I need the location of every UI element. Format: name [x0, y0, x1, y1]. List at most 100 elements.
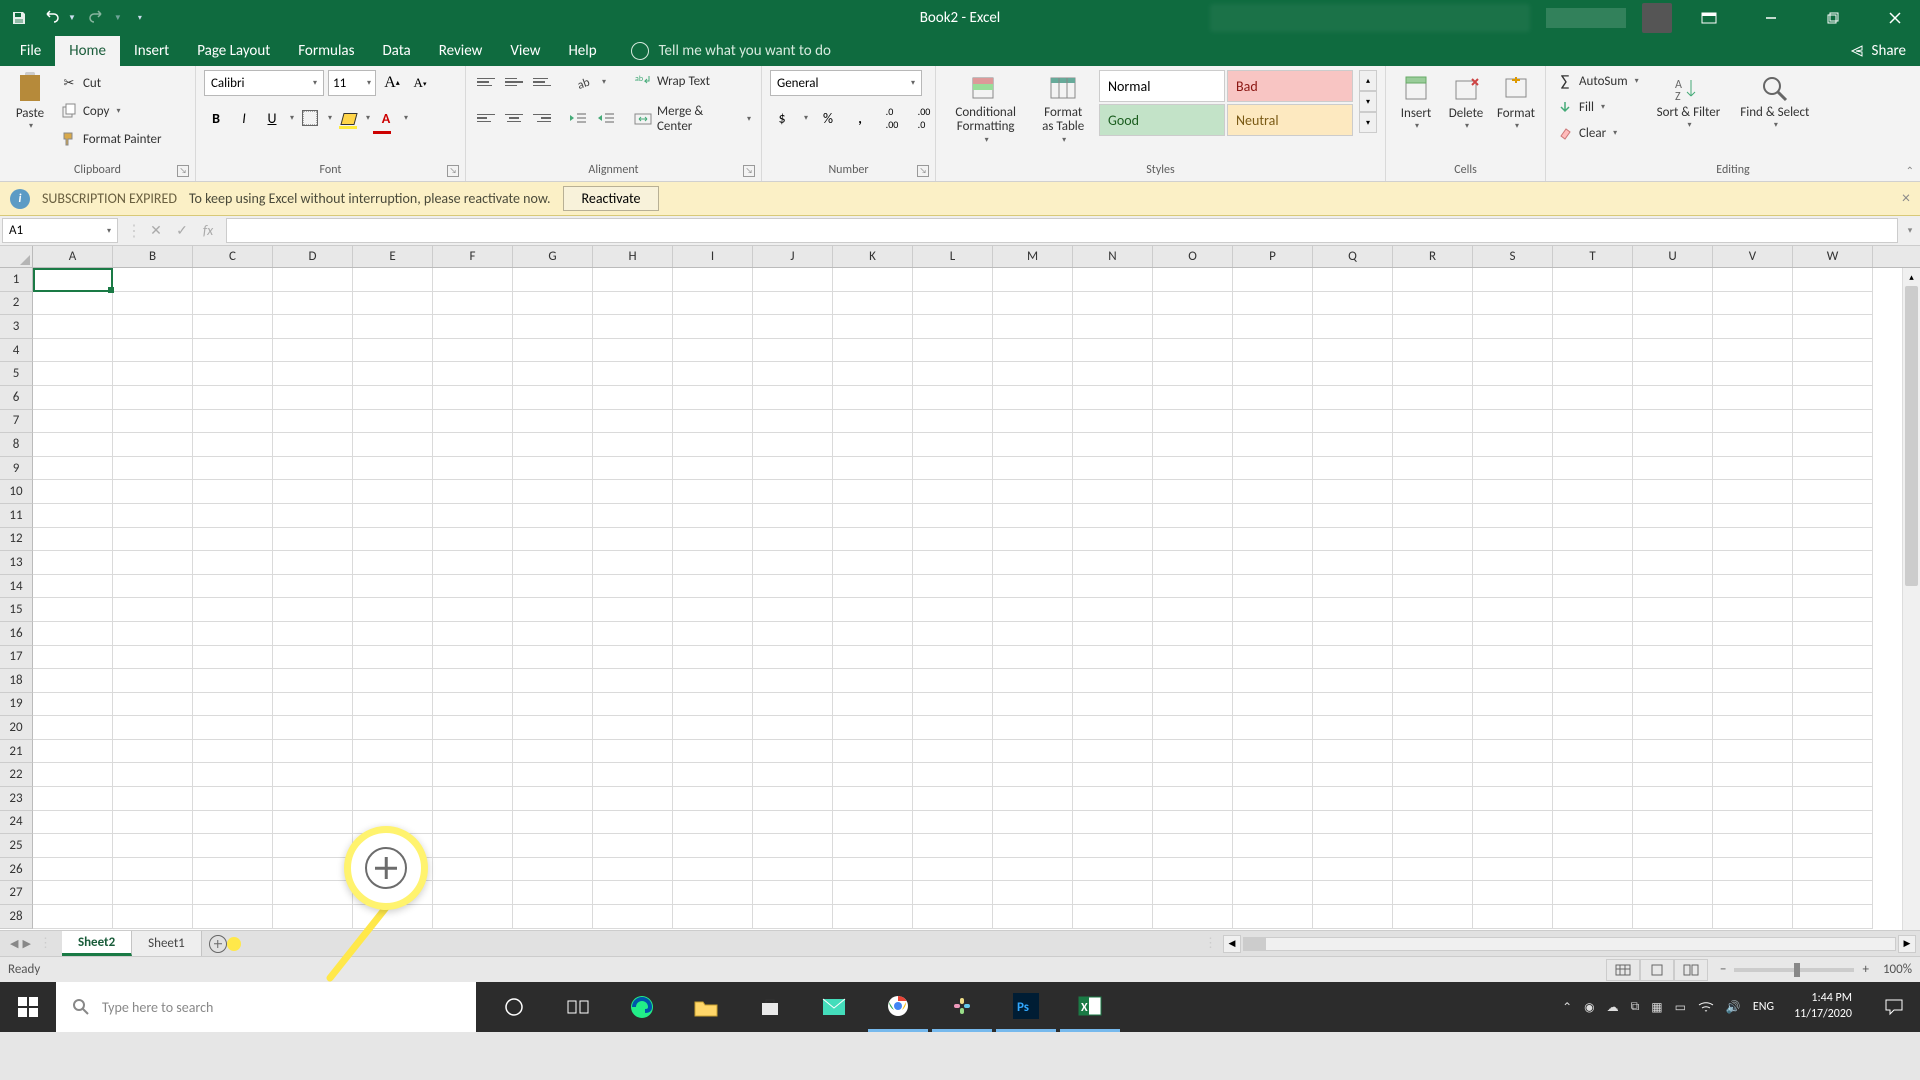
cell[interactable] [593, 386, 673, 410]
cell[interactable] [273, 410, 353, 434]
cell[interactable] [513, 315, 593, 339]
cell[interactable] [753, 787, 833, 811]
cell[interactable] [993, 858, 1073, 882]
cell[interactable] [273, 669, 353, 693]
align-left-icon[interactable] [474, 106, 498, 130]
cell[interactable] [433, 575, 513, 599]
cell[interactable] [1713, 339, 1793, 363]
cell[interactable] [1153, 362, 1233, 386]
cell[interactable] [33, 834, 113, 858]
cell[interactable] [33, 716, 113, 740]
cell[interactable] [833, 881, 913, 905]
cell[interactable] [1233, 763, 1313, 787]
cell[interactable] [673, 693, 753, 717]
cell[interactable] [753, 551, 833, 575]
cell[interactable] [353, 575, 433, 599]
cell[interactable] [193, 740, 273, 764]
sheet-tab-sheet2[interactable]: Sheet2 [62, 931, 132, 956]
cell[interactable] [1473, 268, 1553, 292]
cell[interactable] [1793, 716, 1873, 740]
cell[interactable] [1393, 834, 1473, 858]
cell[interactable] [1793, 362, 1873, 386]
cell[interactable] [433, 646, 513, 670]
cell[interactable] [1793, 268, 1873, 292]
cell[interactable] [1713, 622, 1793, 646]
cell[interactable] [113, 551, 193, 575]
cell[interactable] [1793, 292, 1873, 316]
cell[interactable] [833, 362, 913, 386]
cell[interactable] [1393, 339, 1473, 363]
cell[interactable] [993, 811, 1073, 835]
cell[interactable] [1153, 693, 1233, 717]
cell[interactable] [913, 292, 993, 316]
cell[interactable] [113, 716, 193, 740]
align-top-icon[interactable] [474, 70, 498, 94]
row-header[interactable]: 14 [0, 575, 33, 599]
cell[interactable] [993, 315, 1073, 339]
cell[interactable] [1313, 504, 1393, 528]
row-header[interactable]: 12 [0, 528, 33, 552]
cell[interactable] [1553, 858, 1633, 882]
cell[interactable] [1473, 575, 1553, 599]
cell[interactable] [353, 716, 433, 740]
cell[interactable] [33, 528, 113, 552]
cell[interactable] [353, 386, 433, 410]
cell[interactable] [1393, 716, 1473, 740]
cell[interactable] [593, 787, 673, 811]
cell[interactable] [1393, 622, 1473, 646]
cell[interactable] [1313, 410, 1393, 434]
decrease-decimal-icon[interactable]: .00.0 [912, 106, 936, 130]
row-header[interactable]: 11 [0, 504, 33, 528]
font-color-button[interactable]: A [374, 106, 398, 130]
cell[interactable] [1153, 787, 1233, 811]
cell[interactable] [1713, 315, 1793, 339]
cell[interactable] [1073, 716, 1153, 740]
autosum-button[interactable]: ∑AutoSum▾ [1554, 70, 1641, 92]
cell[interactable] [33, 362, 113, 386]
cell[interactable] [993, 268, 1073, 292]
cell[interactable] [1553, 693, 1633, 717]
row-header[interactable]: 2 [0, 292, 33, 316]
fill-button[interactable]: Fill▾ [1554, 96, 1641, 118]
cell[interactable] [1233, 646, 1313, 670]
cell[interactable] [1473, 386, 1553, 410]
column-header[interactable]: W [1793, 246, 1873, 267]
increase-decimal-icon[interactable]: .0.00 [880, 106, 904, 130]
cell[interactable] [1553, 410, 1633, 434]
cell[interactable] [1313, 386, 1393, 410]
cell[interactable] [1553, 268, 1633, 292]
cell[interactable] [1313, 480, 1393, 504]
cell[interactable] [1393, 362, 1473, 386]
cell[interactable] [593, 881, 673, 905]
cell[interactable] [1713, 787, 1793, 811]
cell[interactable] [1313, 811, 1393, 835]
cell[interactable] [33, 480, 113, 504]
cell[interactable] [833, 646, 913, 670]
cell[interactable] [433, 268, 513, 292]
cell[interactable] [833, 858, 913, 882]
cell[interactable] [1633, 905, 1713, 929]
row-header[interactable]: 4 [0, 339, 33, 363]
cell[interactable] [433, 315, 513, 339]
cell[interactable] [1153, 858, 1233, 882]
accounting-format-icon[interactable]: $ [770, 106, 794, 130]
cell[interactable] [833, 740, 913, 764]
cell[interactable] [193, 787, 273, 811]
cell[interactable] [673, 858, 753, 882]
cell[interactable] [193, 834, 273, 858]
cell[interactable] [33, 763, 113, 787]
cell[interactable] [353, 669, 433, 693]
cell[interactable] [913, 622, 993, 646]
cell[interactable] [1633, 410, 1713, 434]
cell[interactable] [1313, 433, 1393, 457]
increase-font-icon[interactable]: A▴ [380, 71, 404, 95]
cell[interactable] [1713, 362, 1793, 386]
cell[interactable] [913, 787, 993, 811]
cell[interactable] [1073, 787, 1153, 811]
cell[interactable] [1633, 457, 1713, 481]
cell[interactable] [513, 787, 593, 811]
cell[interactable] [1633, 646, 1713, 670]
cell[interactable] [33, 386, 113, 410]
cell[interactable] [673, 315, 753, 339]
cell[interactable] [353, 740, 433, 764]
